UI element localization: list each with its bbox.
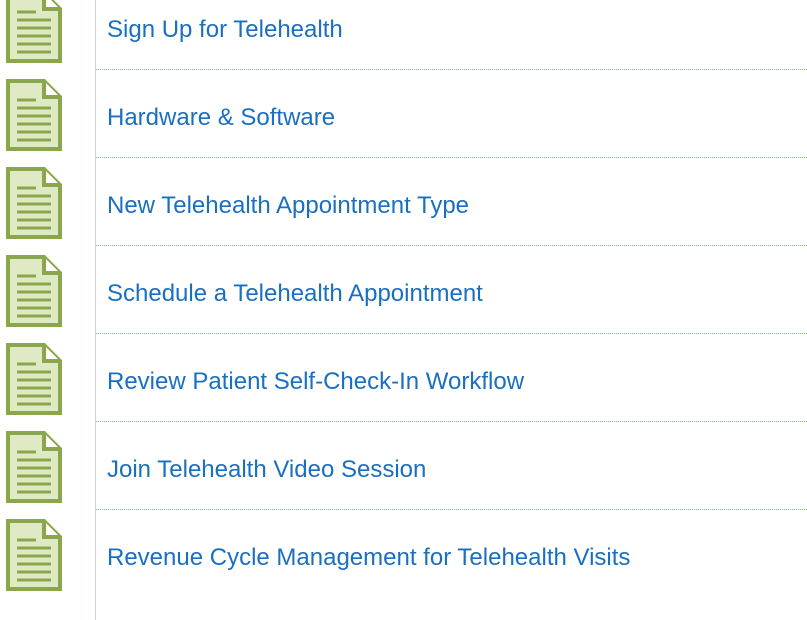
link-join-telehealth-video-session[interactable]: Join Telehealth Video Session bbox=[107, 456, 426, 484]
document-icon[interactable] bbox=[0, 246, 96, 334]
document-icon-graphic bbox=[6, 0, 62, 63]
list-item: Hardware & Software bbox=[0, 70, 807, 158]
list-item-text-cell: Join Telehealth Video Session bbox=[96, 422, 807, 510]
link-revenue-cycle-management[interactable]: Revenue Cycle Management for Telehealth … bbox=[107, 544, 630, 572]
document-icon-graphic bbox=[6, 79, 62, 151]
document-icon-graphic bbox=[6, 255, 62, 327]
document-list: Sign Up for Telehealth Hardware & Softwa… bbox=[0, 0, 807, 620]
document-icon-graphic bbox=[6, 519, 62, 591]
document-icon[interactable] bbox=[0, 510, 96, 598]
list-item-text-cell: Review Patient Self-Check-In Workflow bbox=[96, 334, 807, 422]
link-hardware-software[interactable]: Hardware & Software bbox=[107, 104, 335, 132]
list-item: Schedule a Telehealth Appointment bbox=[0, 246, 807, 334]
link-review-patient-self-check-in[interactable]: Review Patient Self-Check-In Workflow bbox=[107, 368, 524, 396]
link-sign-up-for-telehealth[interactable]: Sign Up for Telehealth bbox=[107, 16, 343, 44]
list-item: Join Telehealth Video Session bbox=[0, 422, 807, 510]
document-icon[interactable] bbox=[0, 422, 96, 510]
link-new-telehealth-appointment-type[interactable]: New Telehealth Appointment Type bbox=[107, 192, 469, 220]
list-item: Sign Up for Telehealth bbox=[0, 0, 807, 70]
list-item: New Telehealth Appointment Type bbox=[0, 158, 807, 246]
list-item-text-cell: Sign Up for Telehealth bbox=[96, 0, 807, 70]
document-icon[interactable] bbox=[0, 334, 96, 422]
list-item-text-cell: New Telehealth Appointment Type bbox=[96, 158, 807, 246]
document-icon-graphic bbox=[6, 167, 62, 239]
list-item-text-cell: Revenue Cycle Management for Telehealth … bbox=[96, 510, 807, 598]
document-icon[interactable] bbox=[0, 158, 96, 246]
list-item: Revenue Cycle Management for Telehealth … bbox=[0, 510, 807, 598]
document-icon[interactable] bbox=[0, 0, 96, 70]
list-item-text-cell: Schedule a Telehealth Appointment bbox=[96, 246, 807, 334]
document-icon[interactable] bbox=[0, 70, 96, 158]
document-icon-graphic bbox=[6, 343, 62, 415]
document-icon-graphic bbox=[6, 431, 62, 503]
list-item: Review Patient Self-Check-In Workflow bbox=[0, 334, 807, 422]
list-item-text-cell: Hardware & Software bbox=[96, 70, 807, 158]
link-schedule-telehealth-appointment[interactable]: Schedule a Telehealth Appointment bbox=[107, 280, 483, 308]
